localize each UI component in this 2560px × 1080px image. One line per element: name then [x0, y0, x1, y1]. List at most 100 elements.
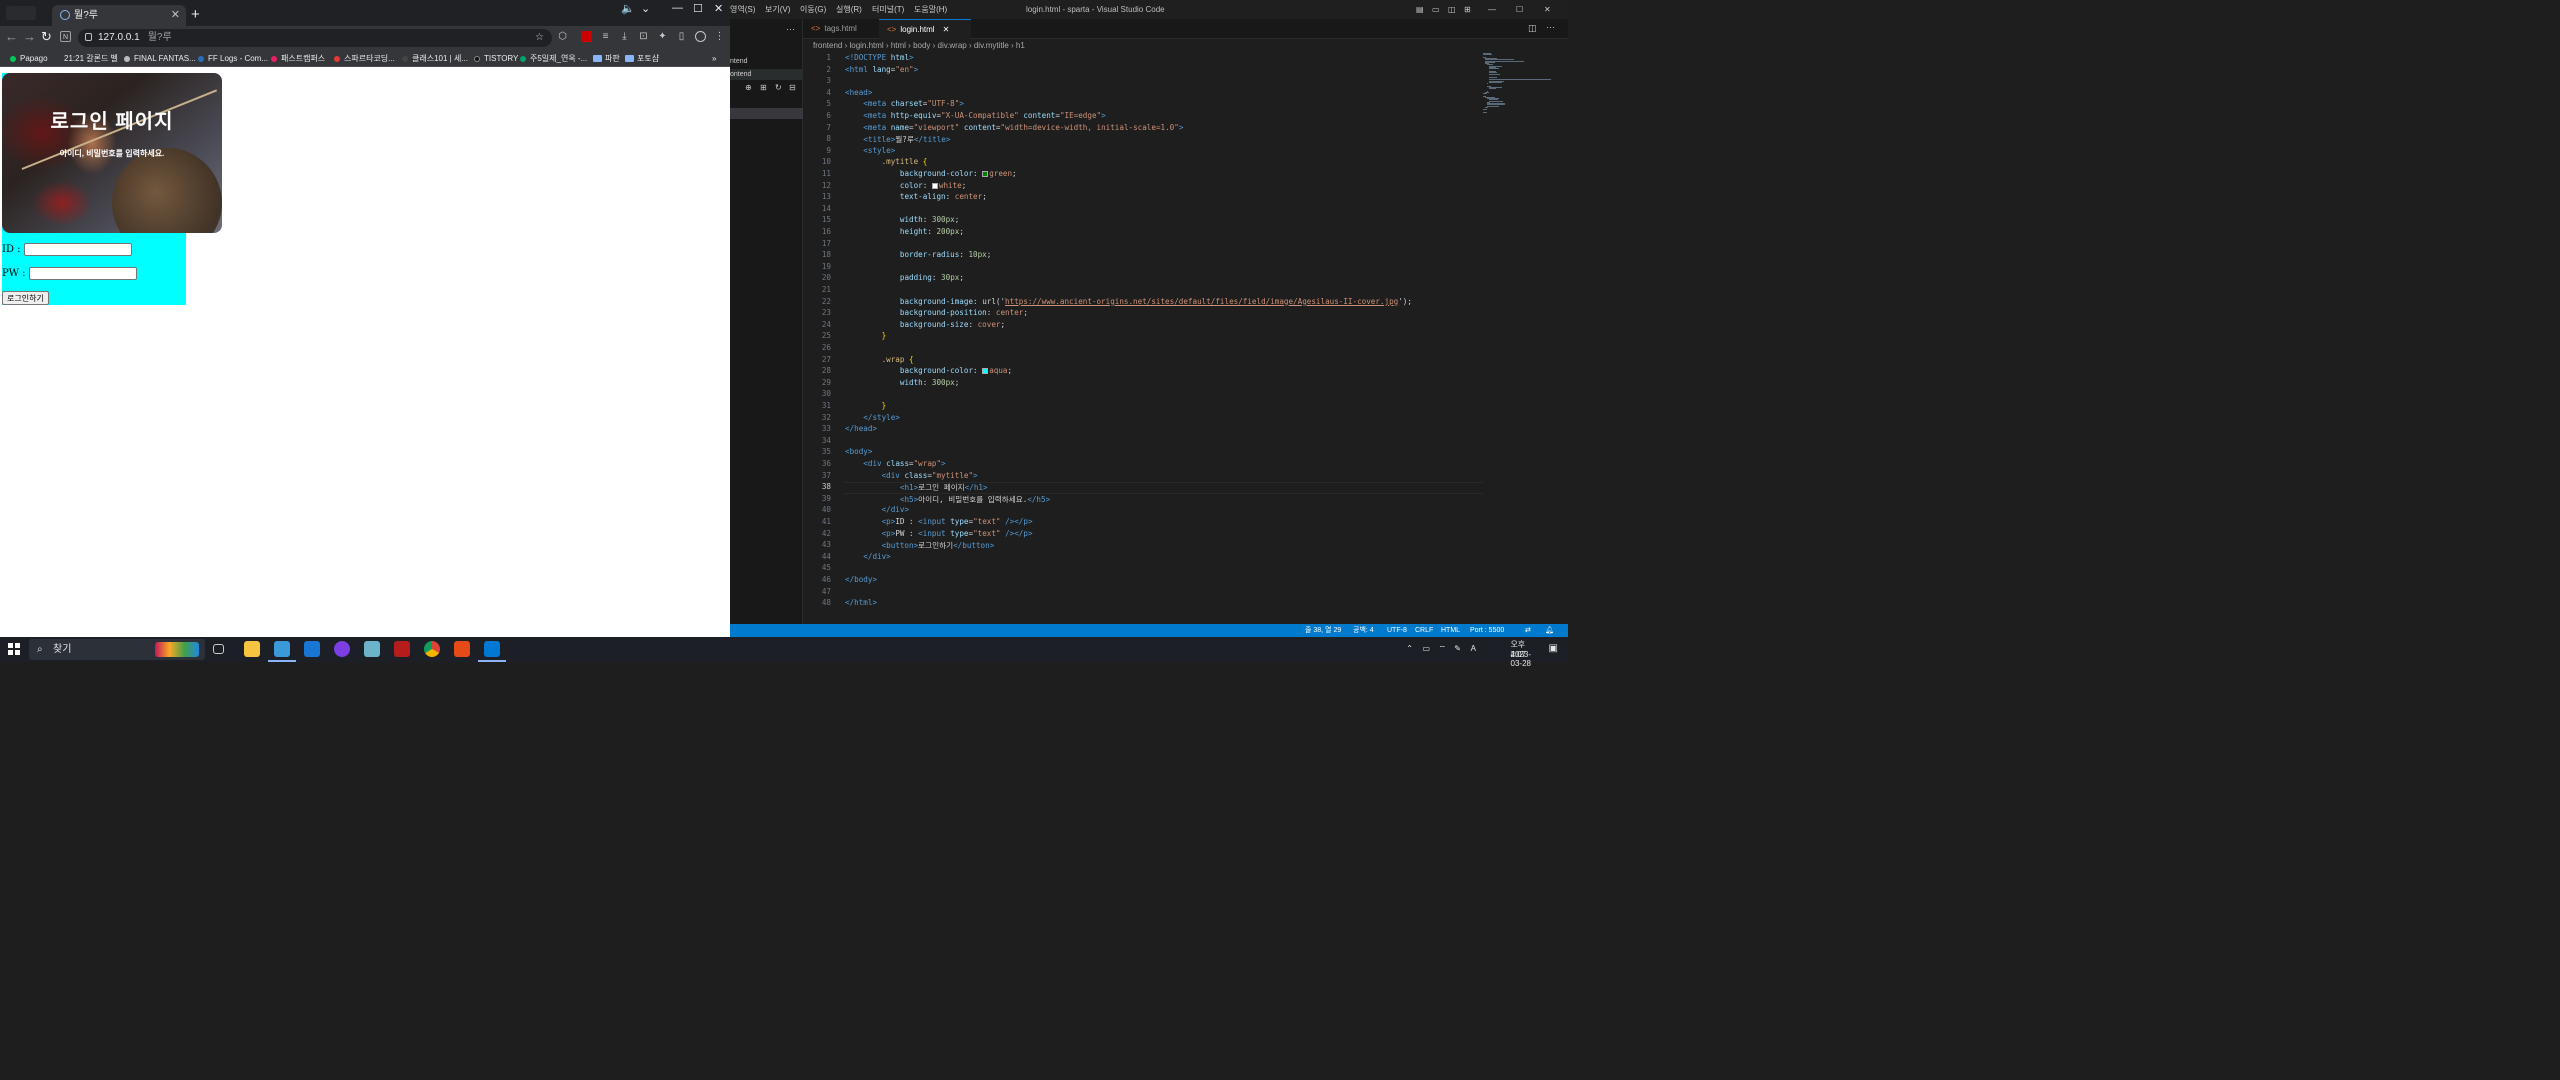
code-line[interactable]: background-position: center;	[845, 308, 1028, 317]
split-editor-icon[interactable]: ◫	[1528, 23, 1537, 34]
tab-tags-html[interactable]: <> tags.html	[803, 19, 879, 39]
bookmark-item[interactable]: 패스트캠퍼스	[271, 50, 325, 66]
tab-login-html[interactable]: <> login.html ✕	[879, 19, 971, 39]
chrome-icon[interactable]	[424, 641, 440, 657]
code-line[interactable]: height: 200px;	[845, 227, 964, 236]
editor-more-icon[interactable]: ···	[1546, 22, 1555, 32]
flag-extension-icon[interactable]	[581, 31, 592, 42]
customize-layout-icon[interactable]: ⊞	[1464, 0, 1471, 19]
menu-run[interactable]: 실행(R)	[836, 0, 862, 19]
code-line[interactable]: .wrap {	[845, 355, 914, 364]
minimap[interactable]	[1483, 53, 1563, 113]
menu-kebab-icon[interactable]: ⋮	[714, 31, 725, 42]
vscode-icon[interactable]	[484, 641, 500, 657]
code-line[interactable]: <meta http-equiv="X-UA-Compatible" conte…	[845, 111, 1105, 120]
code-line[interactable]: <div class="mytitle">	[845, 471, 978, 480]
extensions-puzzle-icon[interactable]: ✦	[657, 31, 668, 42]
close-button[interactable]: ✕	[714, 2, 723, 15]
code-line[interactable]: }	[845, 401, 887, 410]
code-line[interactable]: <title>뭘?루</title>	[845, 134, 950, 145]
status-eol[interactable]: CRLF	[1415, 624, 1433, 637]
reading-list-icon[interactable]: ≡	[600, 31, 611, 42]
tray-chevron-icon[interactable]: ⌃	[1406, 644, 1413, 653]
bp-app-icon[interactable]	[394, 641, 410, 657]
ime-icon[interactable]: A	[1471, 644, 1476, 653]
bookmark-folder[interactable]: 파판	[593, 50, 620, 66]
bookmarks-overflow-icon[interactable]: »	[712, 50, 716, 66]
status-language[interactable]: HTML	[1441, 624, 1460, 637]
color-swatch[interactable]	[982, 171, 989, 177]
chat-app-icon[interactable]	[334, 641, 350, 657]
panel-toggle-icon[interactable]: ▭	[1432, 0, 1440, 19]
code-line[interactable]: background-color: aqua;	[845, 366, 1012, 375]
code-line[interactable]: <p>PW : <input type="text" /></p>	[845, 529, 1033, 538]
code-line[interactable]: <!DOCTYPE html>	[845, 53, 914, 62]
breadcrumb-item[interactable]: div.wrap	[938, 41, 967, 50]
code-line[interactable]: </div>	[845, 552, 890, 561]
code-line[interactable]: text-align: center;	[845, 192, 987, 201]
code-line[interactable]: .mytitle {	[845, 157, 928, 166]
code-line[interactable]: <p>ID : <input type="text" /></p>	[845, 517, 1033, 526]
broadcast-icon[interactable]: ⇄	[1525, 624, 1531, 637]
code-line[interactable]: <h5>아이디, 비밀번호를 입력하세요.</h5>	[845, 494, 1050, 505]
bookmark-item[interactable]: FINAL FANTAS...	[124, 50, 196, 66]
tray-app-icon[interactable]: ✎	[1454, 644, 1461, 653]
new-folder-icon[interactable]: ⊞	[760, 83, 767, 92]
breadcrumb-item[interactable]: login.html	[849, 41, 883, 50]
side-panel-icon[interactable]: ▯	[676, 31, 687, 42]
status-position[interactable]: 줄 38, 열 29	[1305, 624, 1341, 637]
maximize-button[interactable]: ☐	[693, 2, 703, 15]
code-line[interactable]: border-radius: 10px;	[845, 250, 991, 259]
explorer-row[interactable]: ntend	[730, 56, 803, 67]
menu-help[interactable]: 도움말(H)	[914, 0, 947, 19]
tab-close-icon[interactable]: ✕	[943, 25, 950, 34]
code-line[interactable]: </head>	[845, 424, 877, 433]
bookmark-item[interactable]: 주5일제_연옥 -...	[520, 50, 587, 66]
breadcrumb-item[interactable]: html	[891, 41, 906, 50]
breadcrumb-item[interactable]: frontend	[813, 41, 842, 50]
login-button[interactable]: 로그인하기	[2, 291, 49, 305]
layout-toggle-icon[interactable]: ▤	[1416, 0, 1424, 19]
profile-n-icon[interactable]: N	[60, 31, 71, 42]
breadcrumb-item[interactable]: h1	[1016, 41, 1025, 50]
menu-terminal[interactable]: 터미널(T)	[872, 0, 904, 19]
file-explorer-icon[interactable]	[244, 641, 260, 657]
tab-close-icon[interactable]: ✕	[171, 5, 180, 26]
breadcrumb-item[interactable]: div.mytitle	[974, 41, 1009, 50]
menu-view[interactable]: 보기(V)	[765, 0, 790, 19]
code-line[interactable]: <div class="wrap">	[845, 459, 945, 468]
volume-icon[interactable]: 🔈	[621, 2, 635, 15]
code-line[interactable]: <body>	[845, 447, 872, 456]
mail-icon[interactable]	[304, 641, 320, 657]
active-app-icon[interactable]	[274, 641, 290, 657]
bookmark-item[interactable]: FF Logs - Com...	[198, 50, 268, 66]
bookmark-folder[interactable]: 포토샵	[625, 50, 659, 66]
extension-icon[interactable]: ⬡	[557, 31, 568, 42]
bookmark-item[interactable]: 스파르타코딩...	[334, 50, 395, 66]
code-line[interactable]: background-size: cover;	[845, 320, 1005, 329]
minimize-button[interactable]: —	[672, 2, 683, 14]
screenshot-icon[interactable]: ⊡	[638, 31, 649, 42]
code-line[interactable]: </style>	[845, 413, 900, 422]
code-line[interactable]: width: 300px;	[845, 215, 959, 224]
status-encoding[interactable]: UTF-8	[1387, 624, 1407, 637]
more-actions-icon[interactable]: ···	[786, 24, 795, 34]
explorer-highlight-row[interactable]	[730, 108, 803, 119]
menu-selection[interactable]: 영역(S)	[730, 0, 755, 19]
bookmark-item[interactable]: TISTORY	[474, 50, 518, 66]
code-line[interactable]: </div>	[845, 505, 909, 514]
color-swatch[interactable]	[982, 368, 989, 375]
notification-icon[interactable]: ▣	[1549, 643, 1558, 654]
vs-maximize-button[interactable]: ☐	[1516, 0, 1523, 19]
profile-avatar-icon[interactable]	[695, 31, 706, 42]
code-editor[interactable]: 1 <!DOCTYPE html> 2 <html lang="en"> 3 4 <head…	[803, 53, 1483, 618]
code-line[interactable]: }	[845, 331, 887, 340]
windows-start-icon[interactable]	[8, 643, 20, 655]
back-icon[interactable]: ←	[5, 29, 18, 44]
reload-icon[interactable]: ↻	[41, 29, 52, 45]
new-file-icon[interactable]: ⊕	[745, 83, 752, 92]
taskbar-search[interactable]: ⌕ 찾기	[29, 639, 205, 660]
code-line[interactable]: </body>	[845, 575, 877, 584]
status-spaces[interactable]: 공백: 4	[1353, 624, 1374, 637]
task-view-icon[interactable]	[213, 644, 224, 654]
